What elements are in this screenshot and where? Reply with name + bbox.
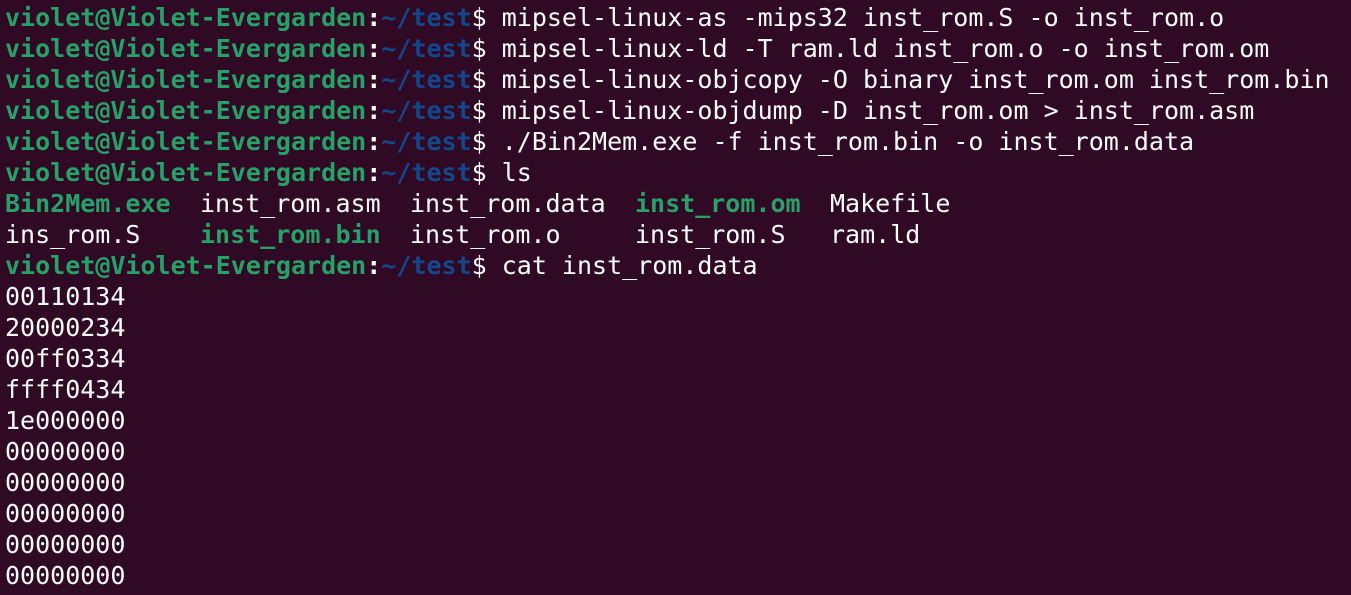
cat-output-line: 00000000	[5, 530, 126, 559]
prompt-path: ~/test	[381, 65, 472, 94]
prompt-separator: :	[366, 251, 382, 280]
prompt-user-host: violet@Violet-Evergarden	[5, 3, 367, 32]
cat-output-line: 00000000	[5, 561, 126, 590]
ls-entry: inst_rom.asm	[200, 189, 381, 218]
cat-output-line: 1e000000	[5, 406, 126, 435]
ls-output-row-2: ins_rom.S inst_rom.bin inst_rom.o inst_r…	[5, 219, 1351, 250]
prompt-user-host: violet@Violet-Evergarden	[5, 96, 367, 125]
command-line-7: violet@Violet-Evergarden:~/test$ cat ins…	[5, 250, 1351, 281]
command-line-6: violet@Violet-Evergarden:~/test$ ls	[5, 157, 1351, 188]
command-line-4: violet@Violet-Evergarden:~/test$ mipsel-…	[5, 95, 1351, 126]
prompt-separator: :	[366, 65, 382, 94]
terminal-window[interactable]: violet@Violet-Evergarden:~/test$ mipsel-…	[0, 0, 1351, 595]
ls-entry: ins_rom.S	[5, 220, 141, 249]
ls-entry-executable: inst_rom.bin	[200, 220, 381, 249]
cat-output-line: 00000000	[5, 437, 126, 466]
command-text: mipsel-linux-objcopy -O binary inst_rom.…	[486, 65, 1330, 94]
prompt-path: ~/test	[381, 34, 472, 63]
ls-output-row-1: Bin2Mem.exe inst_rom.asm inst_rom.data i…	[5, 188, 1351, 219]
prompt-path: ~/test	[381, 96, 472, 125]
prompt-user-host: violet@Violet-Evergarden	[5, 127, 367, 156]
cat-output-line: 20000234	[5, 313, 126, 342]
command-text: mipsel-linux-as -mips32 inst_rom.S -o in…	[486, 3, 1225, 32]
command-text: mipsel-linux-ld -T ram.ld inst_rom.o -o …	[486, 34, 1270, 63]
prompt-path: ~/test	[381, 3, 472, 32]
prompt-separator: :	[366, 34, 382, 63]
cat-output-line: 00000000	[5, 499, 126, 528]
prompt-symbol: $	[471, 127, 487, 156]
command-line-3: violet@Violet-Evergarden:~/test$ mipsel-…	[5, 64, 1351, 95]
command-line-5: violet@Violet-Evergarden:~/test$ ./Bin2M…	[5, 126, 1351, 157]
prompt-symbol: $	[471, 251, 487, 280]
ls-entry: Makefile	[830, 189, 951, 218]
cat-output-line: 00000000	[5, 468, 126, 497]
prompt-separator: :	[366, 158, 382, 187]
ls-entry: inst_rom.S	[635, 220, 786, 249]
ls-entry-executable: inst_rom.om	[635, 189, 801, 218]
cat-output-line: 00ff0334	[5, 344, 126, 373]
prompt-separator: :	[366, 127, 382, 156]
prompt-path: ~/test	[381, 127, 472, 156]
command-text: ./Bin2Mem.exe -f inst_rom.bin -o inst_ro…	[486, 127, 1195, 156]
ls-entry: ram.ld	[830, 220, 921, 249]
ls-entry: inst_rom.o	[410, 220, 561, 249]
prompt-separator: :	[366, 96, 382, 125]
ls-entry-executable: Bin2Mem.exe	[5, 189, 171, 218]
cat-output-line: ffff0434	[5, 375, 126, 404]
command-text: cat inst_rom.data	[486, 251, 758, 280]
prompt-symbol: $	[471, 34, 487, 63]
prompt-path: ~/test	[381, 158, 472, 187]
cat-output-line: 00110134	[5, 282, 126, 311]
prompt-user-host: violet@Violet-Evergarden	[5, 158, 367, 187]
prompt-user-host: violet@Violet-Evergarden	[5, 65, 367, 94]
command-line-1: violet@Violet-Evergarden:~/test$ mipsel-…	[5, 2, 1351, 33]
prompt-symbol: $	[471, 158, 487, 187]
prompt-symbol: $	[471, 3, 487, 32]
prompt-user-host: violet@Violet-Evergarden	[5, 34, 367, 63]
prompt-path: ~/test	[381, 251, 472, 280]
prompt-symbol: $	[471, 65, 487, 94]
ls-entry: inst_rom.data	[410, 189, 606, 218]
command-text: mipsel-linux-objdump -D inst_rom.om > in…	[486, 96, 1255, 125]
prompt-symbol: $	[471, 96, 487, 125]
command-line-2: violet@Violet-Evergarden:~/test$ mipsel-…	[5, 33, 1351, 64]
command-text: ls	[486, 158, 532, 187]
prompt-separator: :	[366, 3, 382, 32]
